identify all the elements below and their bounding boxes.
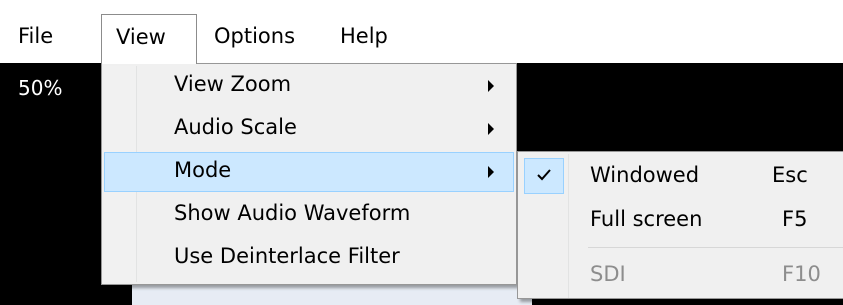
submenu-item-sdi: SDI F10: [570, 256, 843, 296]
menu-item-label: Show Audio Waveform: [174, 201, 411, 225]
menu-options[interactable]: Options: [214, 14, 324, 64]
submenu-item-label: SDI: [590, 262, 626, 286]
submenu-arrow-icon: [488, 123, 494, 135]
menu-view[interactable]: View: [101, 14, 197, 64]
view-menu-dropdown: View Zoom Audio Scale Mode Show Audio Wa…: [101, 63, 517, 285]
mode-submenu: Windowed Esc Full screen F5 SDI F10: [517, 151, 843, 299]
menu-item-audio-scale[interactable]: Audio Scale: [104, 109, 514, 149]
menu-item-label: View Zoom: [174, 72, 292, 96]
menu-item-show-audio-waveform[interactable]: Show Audio Waveform: [104, 195, 514, 235]
shortcut-label: F10: [782, 262, 821, 286]
menu-item-mode[interactable]: Mode: [104, 152, 514, 192]
menu-file[interactable]: File: [0, 14, 80, 64]
shortcut-label: F5: [782, 207, 808, 231]
submenu-item-label: Full screen: [590, 207, 703, 231]
menu-help[interactable]: Help: [340, 14, 410, 64]
check-mark-icon: [524, 158, 564, 194]
menu-item-label: Use Deinterlace Filter: [174, 244, 400, 268]
submenu-separator: [588, 247, 843, 248]
menu-item-use-deinterlace-filter[interactable]: Use Deinterlace Filter: [104, 238, 514, 278]
shortcut-label: Esc: [772, 163, 808, 187]
menu-item-label: Mode: [174, 158, 232, 182]
menu-item-view-zoom[interactable]: View Zoom: [104, 66, 514, 106]
submenu-item-windowed[interactable]: Windowed Esc: [570, 157, 843, 197]
menu-item-label: Audio Scale: [174, 115, 297, 139]
menu-bar: File View Options Help: [0, 0, 843, 64]
submenu-item-full-screen[interactable]: Full screen F5: [570, 201, 843, 241]
submenu-arrow-icon: [488, 80, 494, 92]
zoom-readout: 50%: [18, 76, 63, 100]
submenu-arrow-icon: [488, 166, 494, 178]
submenu-item-label: Windowed: [590, 163, 700, 187]
